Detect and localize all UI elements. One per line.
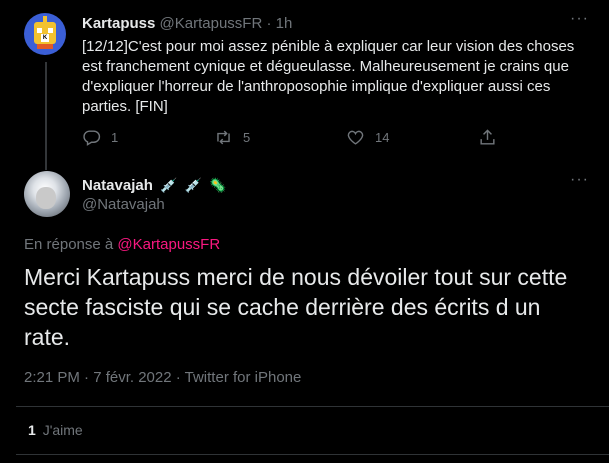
syringe-emoji-icon: 💉 [184, 177, 203, 193]
reply-icon [83, 130, 101, 146]
share-icon [480, 129, 495, 145]
parent-author-handle[interactable]: @KartapussFR [160, 15, 263, 32]
divider [16, 406, 609, 407]
parent-tweet[interactable]: K Kartapuss @KartapussFR · 1h ··· [12/12… [0, 0, 609, 170]
parent-tweet-header: Kartapuss @KartapussFR · 1h [82, 14, 292, 34]
likes-count: 1 [28, 422, 36, 438]
share-button[interactable] [478, 128, 507, 147]
replying-to: En réponse à @KartapussFR [24, 235, 220, 255]
heart-icon [347, 130, 364, 145]
avatar-k-badge: K [41, 34, 49, 42]
main-author-handle[interactable]: @Natavajah [82, 195, 165, 215]
parent-more-options-icon[interactable]: ··· [570, 10, 589, 28]
reply-button[interactable]: 1 [82, 128, 118, 147]
like-button[interactable]: 14 [346, 128, 389, 147]
main-more-options-icon[interactable]: ··· [570, 171, 589, 189]
tweet-timestamp[interactable]: 2:21 PM · 7 févr. 2022 · Twitter for iPh… [24, 368, 301, 388]
time-separator: · [266, 15, 272, 32]
main-author-name[interactable]: Natavajah [82, 177, 153, 194]
retweet-icon [217, 130, 230, 145]
parent-tweet-text: [12/12]C'est pour moi assez pénible à ex… [82, 38, 575, 115]
replying-prefix: En réponse à [24, 236, 114, 253]
like-count: 14 [375, 130, 390, 145]
main-author-name-row[interactable]: Natavajah 💉 💉 🦠 [82, 175, 227, 196]
retweet-count: 5 [243, 130, 251, 145]
parent-author-name[interactable]: Kartapuss [82, 15, 155, 32]
syringe-emoji-icon: 💉 [160, 177, 178, 193]
replying-to-handle-link[interactable]: @KartapussFR [117, 236, 220, 253]
divider [16, 454, 609, 455]
retweet-button[interactable]: 5 [214, 128, 250, 147]
parent-time-ago[interactable]: 1h [276, 15, 293, 32]
likes-label: J'aime [42, 422, 83, 438]
likes-summary[interactable]: 1 J'aime [28, 421, 83, 439]
natavajah-avatar[interactable] [24, 171, 70, 217]
kartapuss-avatar[interactable]: K [24, 13, 66, 55]
main-tweet-text: Merci Kartapuss merci de nous dévoiler t… [24, 264, 568, 350]
thread-connector-line [45, 62, 47, 170]
reply-count: 1 [111, 130, 119, 145]
microbe-emoji-icon: 🦠 [209, 177, 227, 193]
